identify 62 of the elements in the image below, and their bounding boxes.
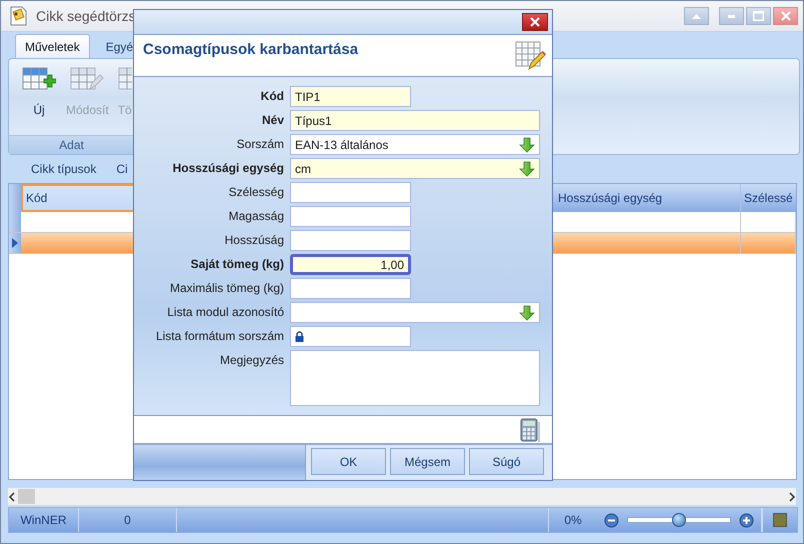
down-arrow-icon: [519, 136, 535, 152]
field-label: Hosszúsági egység: [172, 160, 284, 177]
sub-tab[interactable]: Ci: [116, 162, 128, 176]
dropdown-field[interactable]: cm: [290, 158, 540, 179]
input-field[interactable]: Típus1: [290, 110, 540, 131]
column-header[interactable]: Szélessé: [741, 184, 796, 212]
field-label: Maximális tömeg (kg): [168, 280, 284, 297]
field-label: Lista formátum sorszám: [154, 328, 284, 345]
scroll-right-icon: [788, 492, 796, 502]
ribbon-button[interactable]: Új: [17, 67, 61, 135]
minimize-icon: [728, 14, 735, 18]
horizontal-scrollbar[interactable]: [8, 488, 796, 505]
maximize-button[interactable]: [746, 7, 771, 25]
dropdown-field[interactable]: [290, 302, 540, 323]
field-label: Megjegyzés: [218, 352, 284, 369]
zoom-slider-thumb[interactable]: [672, 513, 686, 527]
resize-grip-icon[interactable]: [773, 513, 787, 527]
field-label: Név: [260, 112, 284, 129]
zoom-percent: 0%: [564, 513, 582, 527]
calculator-icon: [520, 418, 540, 442]
dialog-button[interactable]: OK: [311, 448, 386, 475]
minimize-button[interactable]: [719, 7, 744, 25]
field-label: Magasság: [228, 208, 284, 225]
table-edit-icon: [515, 40, 547, 70]
field-label: Kód: [260, 88, 284, 105]
lock-icon: [295, 331, 304, 342]
input-field[interactable]: 1,00: [290, 254, 411, 275]
input-field[interactable]: [290, 182, 411, 203]
input-field[interactable]: TIP1: [290, 86, 411, 107]
maximize-icon: [753, 11, 764, 21]
input-field[interactable]: [290, 278, 411, 299]
group-label: Adat: [9, 135, 134, 154]
field-label: Saját tömeg (kg): [190, 256, 284, 273]
window-title: Cikk segédtörzs: [36, 8, 136, 24]
scroll-left-icon: [8, 492, 16, 502]
field-label: Hosszúság: [224, 232, 284, 249]
ribbon-tab[interactable]: Műveletek: [15, 34, 90, 58]
close-button[interactable]: [522, 13, 548, 31]
app-name: WinNER: [20, 513, 66, 527]
sub-tab[interactable]: Cikk típusok: [31, 162, 96, 176]
row-selector-header: [9, 184, 21, 212]
input-field[interactable]: [290, 206, 411, 227]
scrollbar-thumb[interactable]: [18, 489, 35, 504]
input-field[interactable]: [290, 326, 411, 347]
dialog-title: Csomagtípusok karbantartása: [143, 41, 358, 58]
dropdown-field[interactable]: EAN-13 általános: [290, 134, 540, 155]
row-pointer-icon: [12, 238, 18, 248]
dialog-button[interactable]: Súgó: [469, 448, 544, 475]
ribbon-collapse-button[interactable]: [684, 7, 709, 25]
field-label: Sorszám: [236, 136, 284, 153]
zoom-out-icon[interactable]: [604, 512, 619, 528]
dialog-button[interactable]: Mégsem: [390, 448, 465, 475]
record-count: 0: [124, 513, 131, 527]
field-label: Lista modul azonosító: [166, 304, 284, 321]
up-arrow-icon: [692, 14, 701, 18]
down-arrow-icon: [519, 160, 535, 176]
input-field[interactable]: [290, 230, 411, 251]
field-label: Szélesség: [228, 184, 284, 201]
down-arrow-icon: [519, 304, 535, 320]
close-icon: [530, 17, 540, 27]
close-icon: [780, 11, 790, 21]
zoom-in-icon[interactable]: [739, 512, 754, 528]
